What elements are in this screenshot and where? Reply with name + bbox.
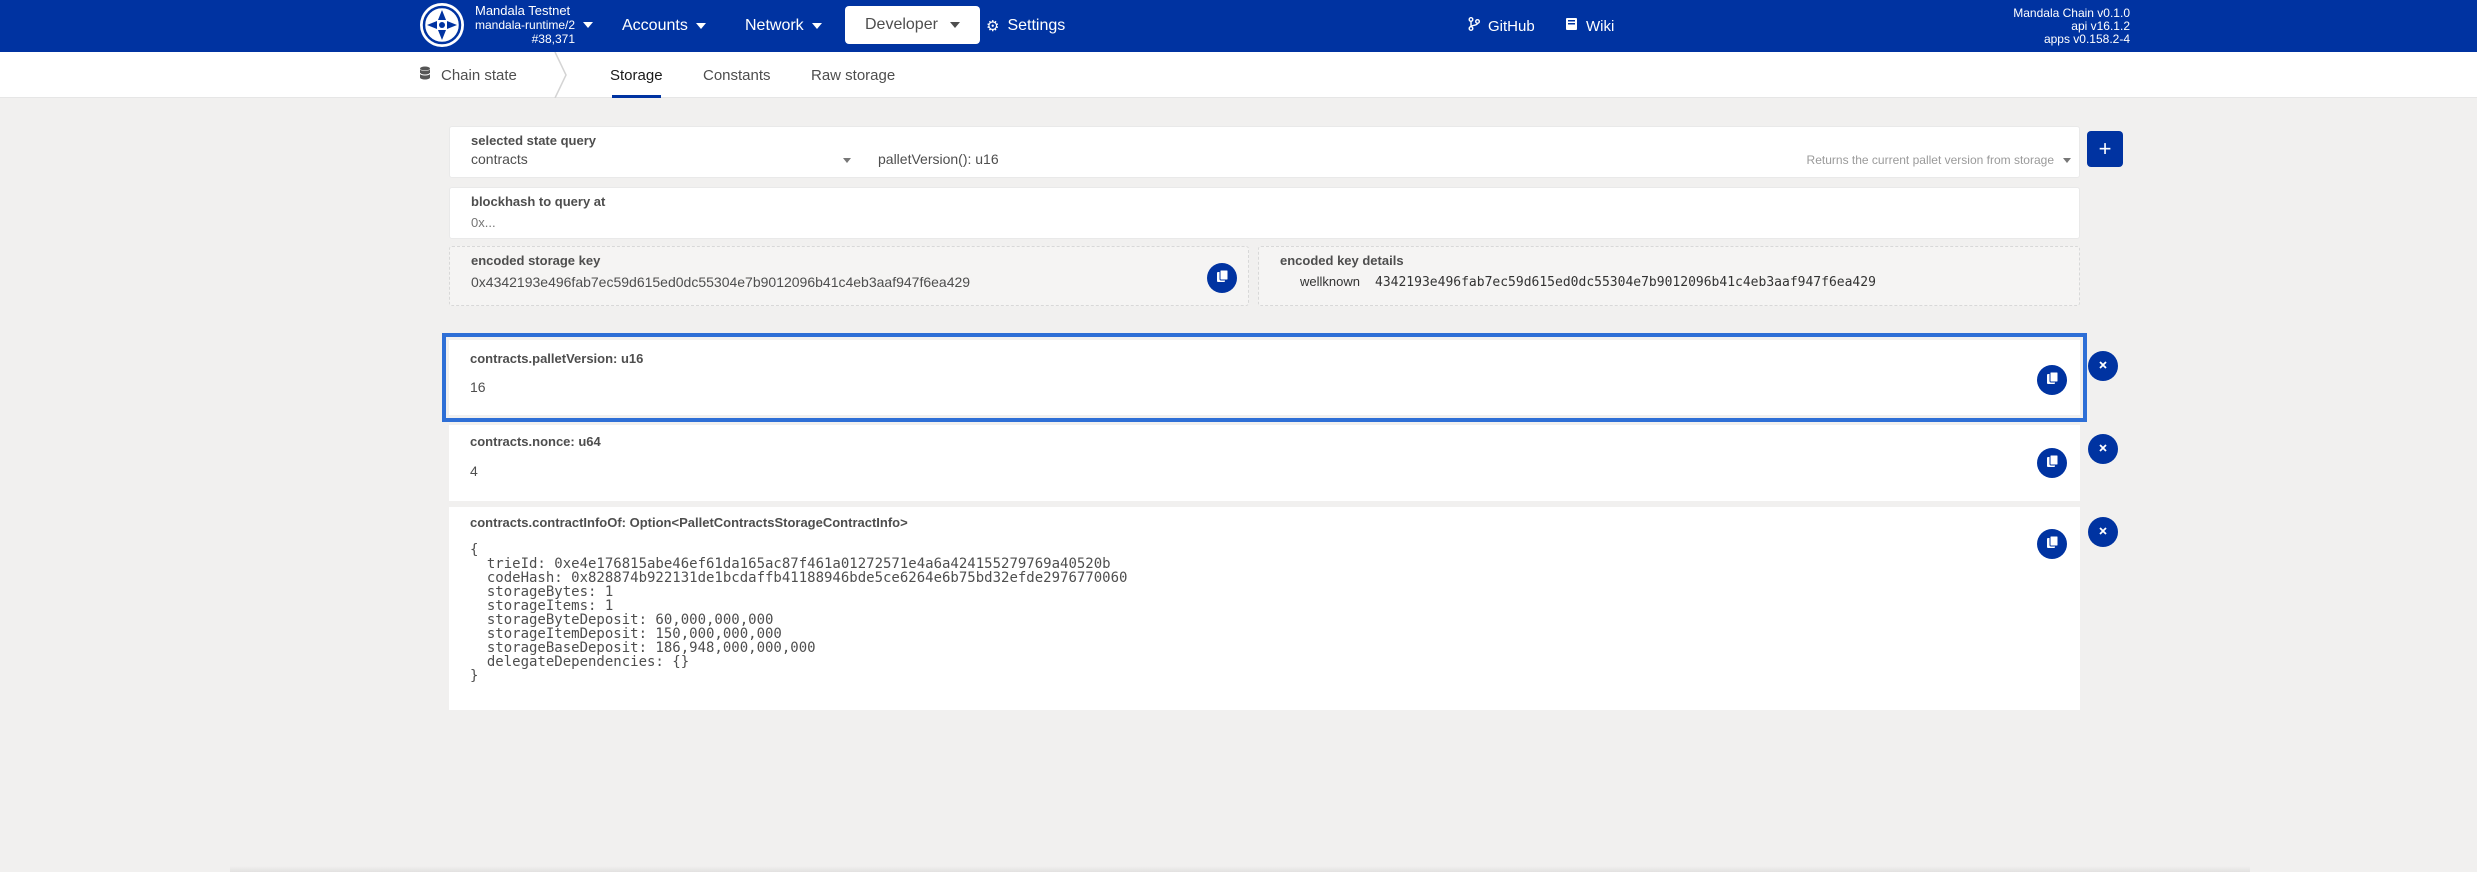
- query-result-pallet-version: contracts.palletVersion: u16 16: [442, 333, 2087, 422]
- method-description: Returns the current pallet version from …: [1806, 153, 2054, 167]
- result-label: contracts.contractInfoOf: Option<PalletC…: [470, 515, 908, 530]
- page-bottom-edge: [230, 866, 2250, 872]
- add-query-button[interactable]: +: [2087, 131, 2123, 167]
- blockhash-field: blockhash to query at: [449, 187, 2080, 239]
- menu-developer[interactable]: Developer: [845, 6, 980, 44]
- menu-accounts-label: Accounts: [622, 17, 688, 34]
- menu-developer-label: Developer: [865, 16, 938, 33]
- plus-icon: +: [2098, 136, 2112, 161]
- menu-network[interactable]: Network: [745, 0, 822, 52]
- tab-constants-label: Constants: [703, 66, 771, 84]
- blockhash-label: blockhash to query at: [471, 194, 606, 209]
- chevron-down-icon: [2063, 158, 2071, 163]
- state-query-selector: selected state query contracts palletVer…: [449, 126, 2080, 178]
- chevron-down-icon: [811, 23, 822, 29]
- tab-raw-storage-label: Raw storage: [811, 66, 896, 84]
- selected-query-label: selected state query: [471, 133, 597, 148]
- method-dropdown[interactable]: palletVersion(): u16 Returns the current…: [878, 151, 2074, 173]
- section-chain-state: Chain state: [419, 52, 517, 98]
- tab-constants[interactable]: Constants: [703, 52, 771, 98]
- apps-version: apps v0.158.2-4: [2043, 32, 2130, 46]
- query-result-contract-info: contracts.contractInfoOf: Option<PalletC…: [449, 507, 2080, 710]
- block-number: #38,371: [531, 32, 575, 46]
- copy-result-button[interactable]: [2037, 448, 2067, 478]
- copy-result-button[interactable]: [2037, 529, 2067, 559]
- chevron-down-icon: [695, 23, 706, 29]
- result-value: { trieId: 0xe4e176815abe46ef61da165ac87f…: [470, 542, 1128, 684]
- copy-icon: [2046, 454, 2059, 473]
- version-info: Mandala Chain v0.1.0 api v16.1.2 apps v0…: [2013, 7, 2130, 46]
- remove-result-button[interactable]: [2088, 351, 2118, 381]
- module-value: contracts: [471, 151, 528, 167]
- key-details-tag: wellknown: [1300, 274, 1360, 289]
- menu-accounts[interactable]: Accounts: [622, 0, 706, 52]
- result-value: 16: [470, 379, 486, 395]
- chevron-down-icon: [583, 22, 594, 28]
- encoded-storage-key: encoded storage key 0x4342193e496fab7ec5…: [449, 246, 1249, 306]
- wiki-link[interactable]: Wiki: [1565, 0, 1614, 52]
- sub-navigation: Chain state Storage Constants Raw storag…: [0, 52, 2477, 98]
- module-dropdown[interactable]: contracts: [471, 151, 851, 173]
- copy-icon: [2046, 535, 2059, 554]
- result-label: contracts.palletVersion: u16: [470, 351, 644, 366]
- encoded-key-value: 0x4342193e496fab7ec59d615ed0dc55304e7b90…: [471, 274, 971, 290]
- github-link[interactable]: GitHub: [1468, 0, 1535, 52]
- tab-storage[interactable]: Storage: [610, 52, 663, 98]
- copy-icon: [2046, 371, 2059, 390]
- key-details-label: encoded key details: [1280, 253, 1404, 268]
- chevron-down-icon: [949, 22, 960, 28]
- blockhash-input[interactable]: [471, 211, 2051, 233]
- chevron-down-icon: [843, 158, 851, 163]
- encoded-key-details: encoded key details wellknown 4342193e49…: [1258, 246, 2080, 306]
- result-label: contracts.nonce: u64: [470, 434, 601, 449]
- database-icon: [419, 66, 431, 84]
- breadcrumb-divider: [554, 52, 567, 98]
- close-icon: [2098, 523, 2108, 541]
- section-title: Chain state: [441, 66, 517, 84]
- runtime-version: mandala-runtime/2: [475, 18, 576, 32]
- tab-storage-label: Storage: [610, 66, 663, 84]
- close-icon: [2098, 357, 2108, 375]
- wiki-label: Wiki: [1586, 17, 1615, 35]
- copy-icon: [1216, 269, 1229, 288]
- tab-raw-storage[interactable]: Raw storage: [811, 52, 895, 98]
- copy-result-button[interactable]: [2037, 365, 2067, 395]
- chain-logo-icon[interactable]: [420, 3, 464, 47]
- method-value: palletVersion(): u16: [878, 151, 999, 167]
- branch-icon: [1468, 17, 1480, 35]
- github-label: GitHub: [1488, 17, 1535, 35]
- menu-settings-label: Settings: [1007, 17, 1066, 34]
- remove-result-button[interactable]: [2088, 517, 2118, 547]
- menu-network-label: Network: [745, 17, 804, 34]
- chain-selector[interactable]: Mandala Testnet mandala-runtime/2 #38,37…: [475, 3, 594, 46]
- book-icon: [1565, 17, 1578, 35]
- menu-settings[interactable]: ⚙ Settings: [986, 0, 1065, 52]
- remove-result-button[interactable]: [2088, 434, 2118, 464]
- top-bar: Mandala Testnet mandala-runtime/2 #38,37…: [0, 0, 2477, 52]
- key-details-value: 4342193e496fab7ec59d615ed0dc55304e7b9012…: [1375, 275, 1876, 290]
- result-value: 4: [470, 463, 478, 479]
- copy-key-button[interactable]: [1207, 263, 1237, 293]
- query-result-nonce: contracts.nonce: u64 4: [449, 425, 2080, 501]
- chain-name: Mandala Testnet: [475, 3, 571, 18]
- close-icon: [2098, 440, 2108, 458]
- encoded-key-label: encoded storage key: [471, 253, 601, 268]
- gear-icon: ⚙: [986, 18, 1000, 35]
